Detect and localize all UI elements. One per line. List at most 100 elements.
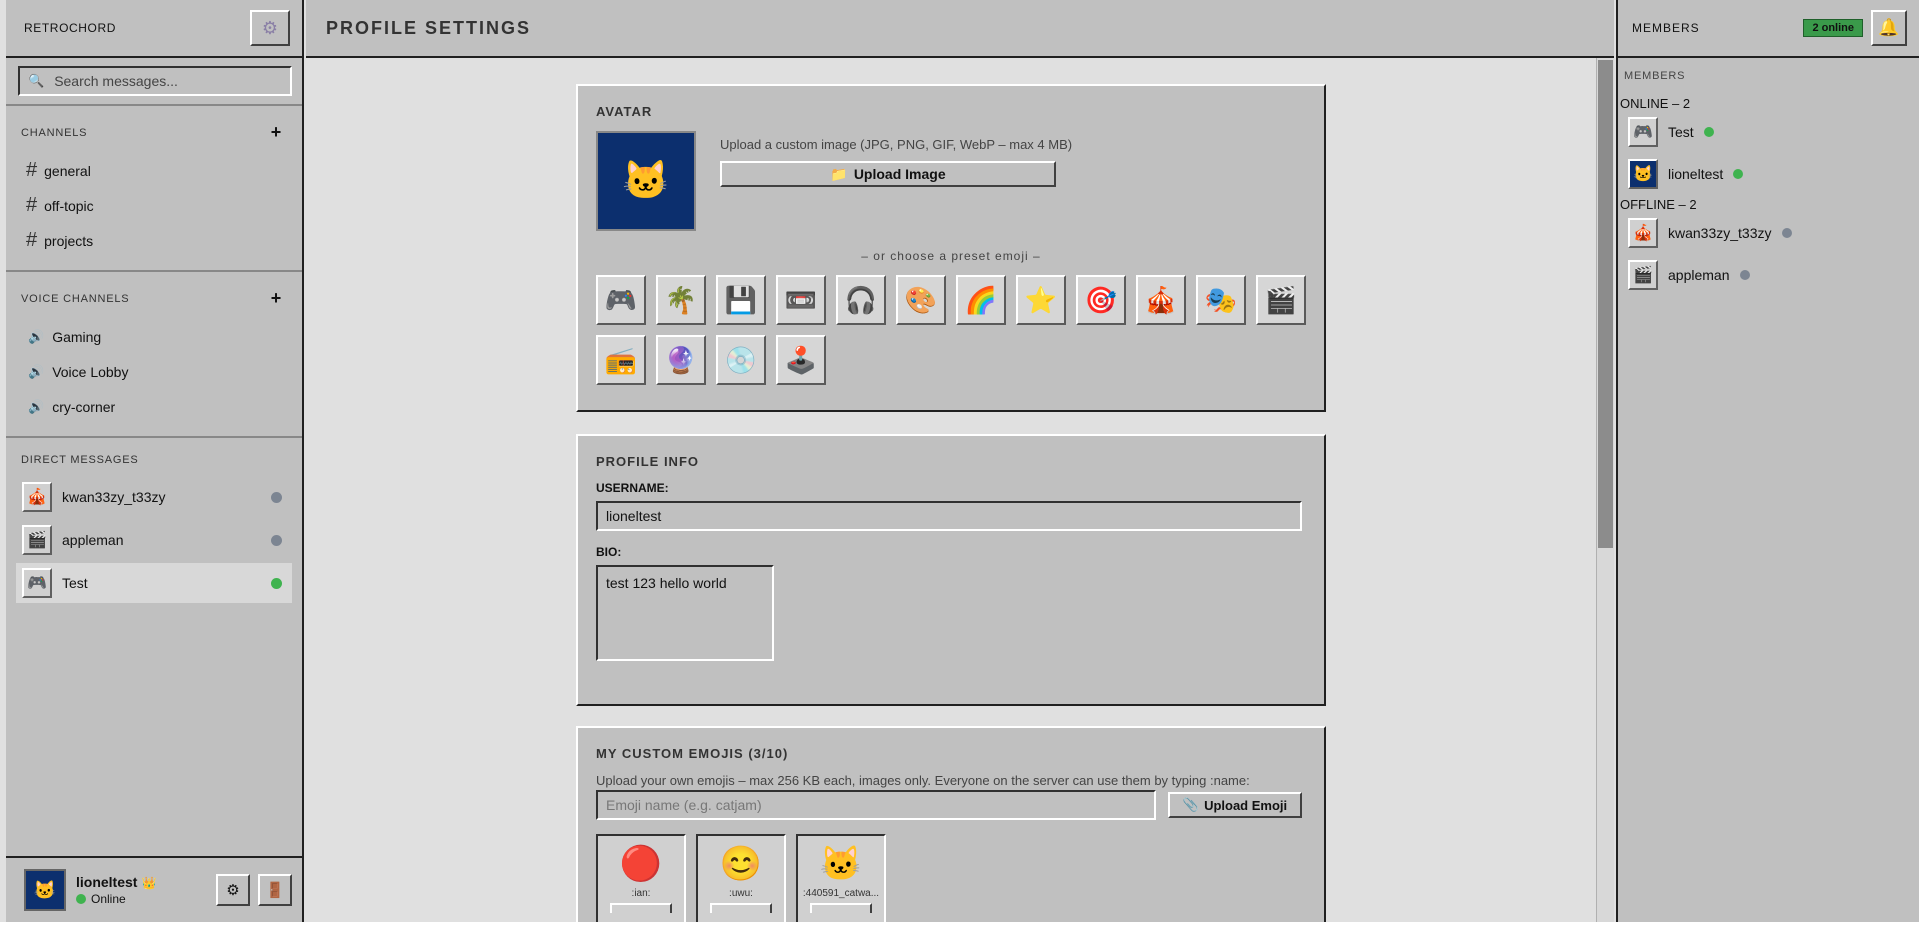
vertical-scrollbar[interactable] bbox=[1596, 58, 1614, 924]
status-dot-offline bbox=[1781, 228, 1792, 238]
preset-emoji-button[interactable]: 🎪 bbox=[1136, 275, 1186, 325]
preset-emoji-button[interactable]: 🕹️ bbox=[776, 335, 826, 385]
settings-scroll-area[interactable]: AVATAR 🐱 Upload a custom image (JPG, PNG… bbox=[306, 58, 1614, 924]
preset-emoji-button[interactable]: 📼 bbox=[776, 275, 826, 325]
preset-emoji-button[interactable]: 💿 bbox=[716, 335, 766, 385]
left-sidebar: RETROCHORD ⚙ 🔍 Search messages... CHANNE… bbox=[6, 0, 304, 922]
preset-emoji-button[interactable]: 🎭 bbox=[1196, 275, 1246, 325]
channel-item-off-topic[interactable]: # off-topic bbox=[6, 188, 302, 223]
channel-item-general[interactable]: # general bbox=[6, 153, 302, 188]
dm-item-appleman[interactable]: 🎬 appleman bbox=[16, 520, 292, 560]
delete-emoji-button[interactable] bbox=[710, 903, 772, 913]
channels-section: CHANNELS + # general # off-topic # proje… bbox=[6, 106, 302, 272]
nyan-cat-icon: 🐱 bbox=[1633, 166, 1653, 183]
emoji-name-placeholder: Emoji name (e.g. catjam) bbox=[606, 797, 762, 813]
search-icon: 🔍 bbox=[28, 73, 45, 88]
custom-emojis-title: MY CUSTOM EMOJIS (3/10) bbox=[596, 746, 789, 761]
voice-header: VOICE CHANNELS + bbox=[6, 282, 302, 319]
status-dot-online bbox=[76, 894, 86, 904]
avatar-panel: AVATAR 🐱 Upload a custom image (JPG, PNG… bbox=[576, 84, 1326, 412]
username-label: USERNAME: bbox=[596, 481, 669, 495]
scrollbar-thumb[interactable] bbox=[1598, 60, 1613, 548]
member-name: Test bbox=[1668, 124, 1694, 140]
custom-emoji-name: :ian: bbox=[631, 888, 651, 899]
channels-title: CHANNELS bbox=[21, 126, 88, 139]
bio-label: BIO: bbox=[596, 545, 622, 559]
preset-emoji-button[interactable]: 🌈 bbox=[956, 275, 1006, 325]
bio-field[interactable]: test 123 hello world bbox=[596, 565, 774, 661]
avatar-title: AVATAR bbox=[596, 104, 653, 119]
member-item-test[interactable]: 🎮 Test bbox=[1618, 111, 1919, 153]
voice-item-gaming[interactable]: 🔊 Gaming bbox=[6, 319, 302, 354]
server-header: RETROCHORD ⚙ bbox=[6, 0, 302, 58]
server-settings-button[interactable]: ⚙ bbox=[250, 10, 290, 46]
gamepad-icon: 🎮 bbox=[604, 284, 638, 315]
channel-item-projects[interactable]: # projects bbox=[6, 223, 302, 258]
paperclip-icon: 📎 bbox=[1182, 797, 1200, 812]
preset-emoji-button[interactable]: 🎬 bbox=[1256, 275, 1306, 325]
preset-emoji-button[interactable]: 🔮 bbox=[656, 335, 706, 385]
avatar: 🎮 bbox=[22, 568, 52, 598]
preset-emoji-button[interactable]: 📻 bbox=[596, 335, 646, 385]
delete-emoji-button[interactable] bbox=[610, 903, 672, 913]
members-header: MEMBERS 2 online 🔔 bbox=[1618, 0, 1919, 58]
dm-item-kwan33zy[interactable]: 🎪 kwan33zy_t33zy bbox=[16, 477, 292, 517]
dm-section: DIRECT MESSAGES 🎪 kwan33zy_t33zy 🎬 apple… bbox=[6, 438, 302, 618]
preset-emoji-button[interactable]: 🎧 bbox=[836, 275, 886, 325]
member-item-appleman[interactable]: 🎬 appleman bbox=[1618, 254, 1919, 296]
user-avatar[interactable]: 🐱 bbox=[24, 869, 66, 911]
preset-emoji-button[interactable]: 💾 bbox=[716, 275, 766, 325]
user-settings-button[interactable]: ⚙ bbox=[216, 874, 250, 906]
preset-divider: – or choose a preset emoji – bbox=[861, 249, 1041, 263]
upload-emoji-button[interactable]: 📎 Upload Emoji bbox=[1168, 792, 1302, 818]
search-input[interactable]: 🔍 Search messages... bbox=[18, 66, 292, 96]
dm-label: kwan33zy_t33zy bbox=[62, 489, 166, 505]
user-status-row: Online bbox=[76, 892, 208, 906]
search-placeholder: Search messages... bbox=[54, 73, 178, 89]
notifications-button[interactable]: 🔔 bbox=[1871, 10, 1907, 46]
crystal-ball-icon: 🔮 bbox=[664, 344, 698, 375]
bio-value: test 123 hello world bbox=[606, 575, 727, 591]
cd-icon: 💿 bbox=[724, 344, 758, 375]
preset-emoji-button[interactable]: 🌴 bbox=[656, 275, 706, 325]
username-field[interactable]: lioneltest bbox=[596, 501, 1302, 531]
preset-emoji-button[interactable]: ⭐ bbox=[1016, 275, 1066, 325]
custom-emoji-name: :440591_catwa... bbox=[802, 888, 880, 899]
add-channel-button[interactable]: + bbox=[271, 122, 282, 143]
member-item-kwan33zy[interactable]: 🎪 kwan33zy_t33zy bbox=[1618, 212, 1919, 254]
current-avatar: 🐱 bbox=[596, 131, 696, 231]
preset-emoji-button[interactable]: 🎯 bbox=[1076, 275, 1126, 325]
custom-emojis-panel: MY CUSTOM EMOJIS (3/10) Upload your own … bbox=[576, 726, 1326, 924]
nyan-cat-icon: 🐱 bbox=[33, 879, 57, 900]
palette-icon: 🎨 bbox=[904, 284, 938, 315]
palm-tree-icon: 🌴 bbox=[664, 284, 698, 315]
emoji-name-input[interactable]: Emoji name (e.g. catjam) bbox=[596, 790, 1156, 820]
avatar: 🐱 bbox=[1628, 159, 1658, 189]
voice-item-voice-lobby[interactable]: 🔊 Voice Lobby bbox=[6, 354, 302, 389]
user-status: Online bbox=[91, 892, 126, 906]
page-title: PROFILE SETTINGS bbox=[306, 0, 1614, 58]
clapper-icon: 🎬 bbox=[1264, 284, 1298, 315]
custom-emoji-name: :uwu: bbox=[729, 888, 753, 899]
upload-block: Upload a custom image (JPG, PNG, GIF, We… bbox=[720, 131, 1072, 231]
member-item-lioneltest[interactable]: 🐱 lioneltest bbox=[1618, 153, 1919, 195]
cassette-icon: 📼 bbox=[784, 284, 818, 315]
custom-emoji-tile[interactable]: 🔴 :ian: bbox=[596, 834, 686, 924]
voice-item-cry-corner[interactable]: 🔊 cry-corner bbox=[6, 389, 302, 424]
rainbow-icon: 🌈 bbox=[964, 284, 998, 315]
app-window: RETROCHORD ⚙ 🔍 Search messages... CHANNE… bbox=[0, 0, 1919, 928]
delete-emoji-button[interactable] bbox=[810, 903, 872, 913]
custom-emoji-tile[interactable]: 🐱 :440591_catwa... bbox=[796, 834, 886, 924]
upload-image-button[interactable]: 📁 Upload Image bbox=[720, 161, 1056, 187]
crown-icon: 👑 bbox=[141, 876, 157, 890]
server-name: RETROCHORD bbox=[24, 21, 116, 35]
online-group-header: ONLINE – 2 bbox=[1620, 96, 1691, 111]
dm-item-test[interactable]: 🎮 Test bbox=[16, 563, 292, 603]
custom-emoji-tile[interactable]: 😊 :uwu: bbox=[696, 834, 786, 924]
logout-button[interactable]: 🚪 bbox=[258, 874, 292, 906]
preset-emoji-button[interactable]: 🎨 bbox=[896, 275, 946, 325]
add-voice-channel-button[interactable]: + bbox=[271, 288, 282, 309]
window-bottom-edge bbox=[0, 922, 1919, 928]
members-subtitle: MEMBERS bbox=[1624, 70, 1686, 82]
preset-emoji-button[interactable]: 🎮 bbox=[596, 275, 646, 325]
